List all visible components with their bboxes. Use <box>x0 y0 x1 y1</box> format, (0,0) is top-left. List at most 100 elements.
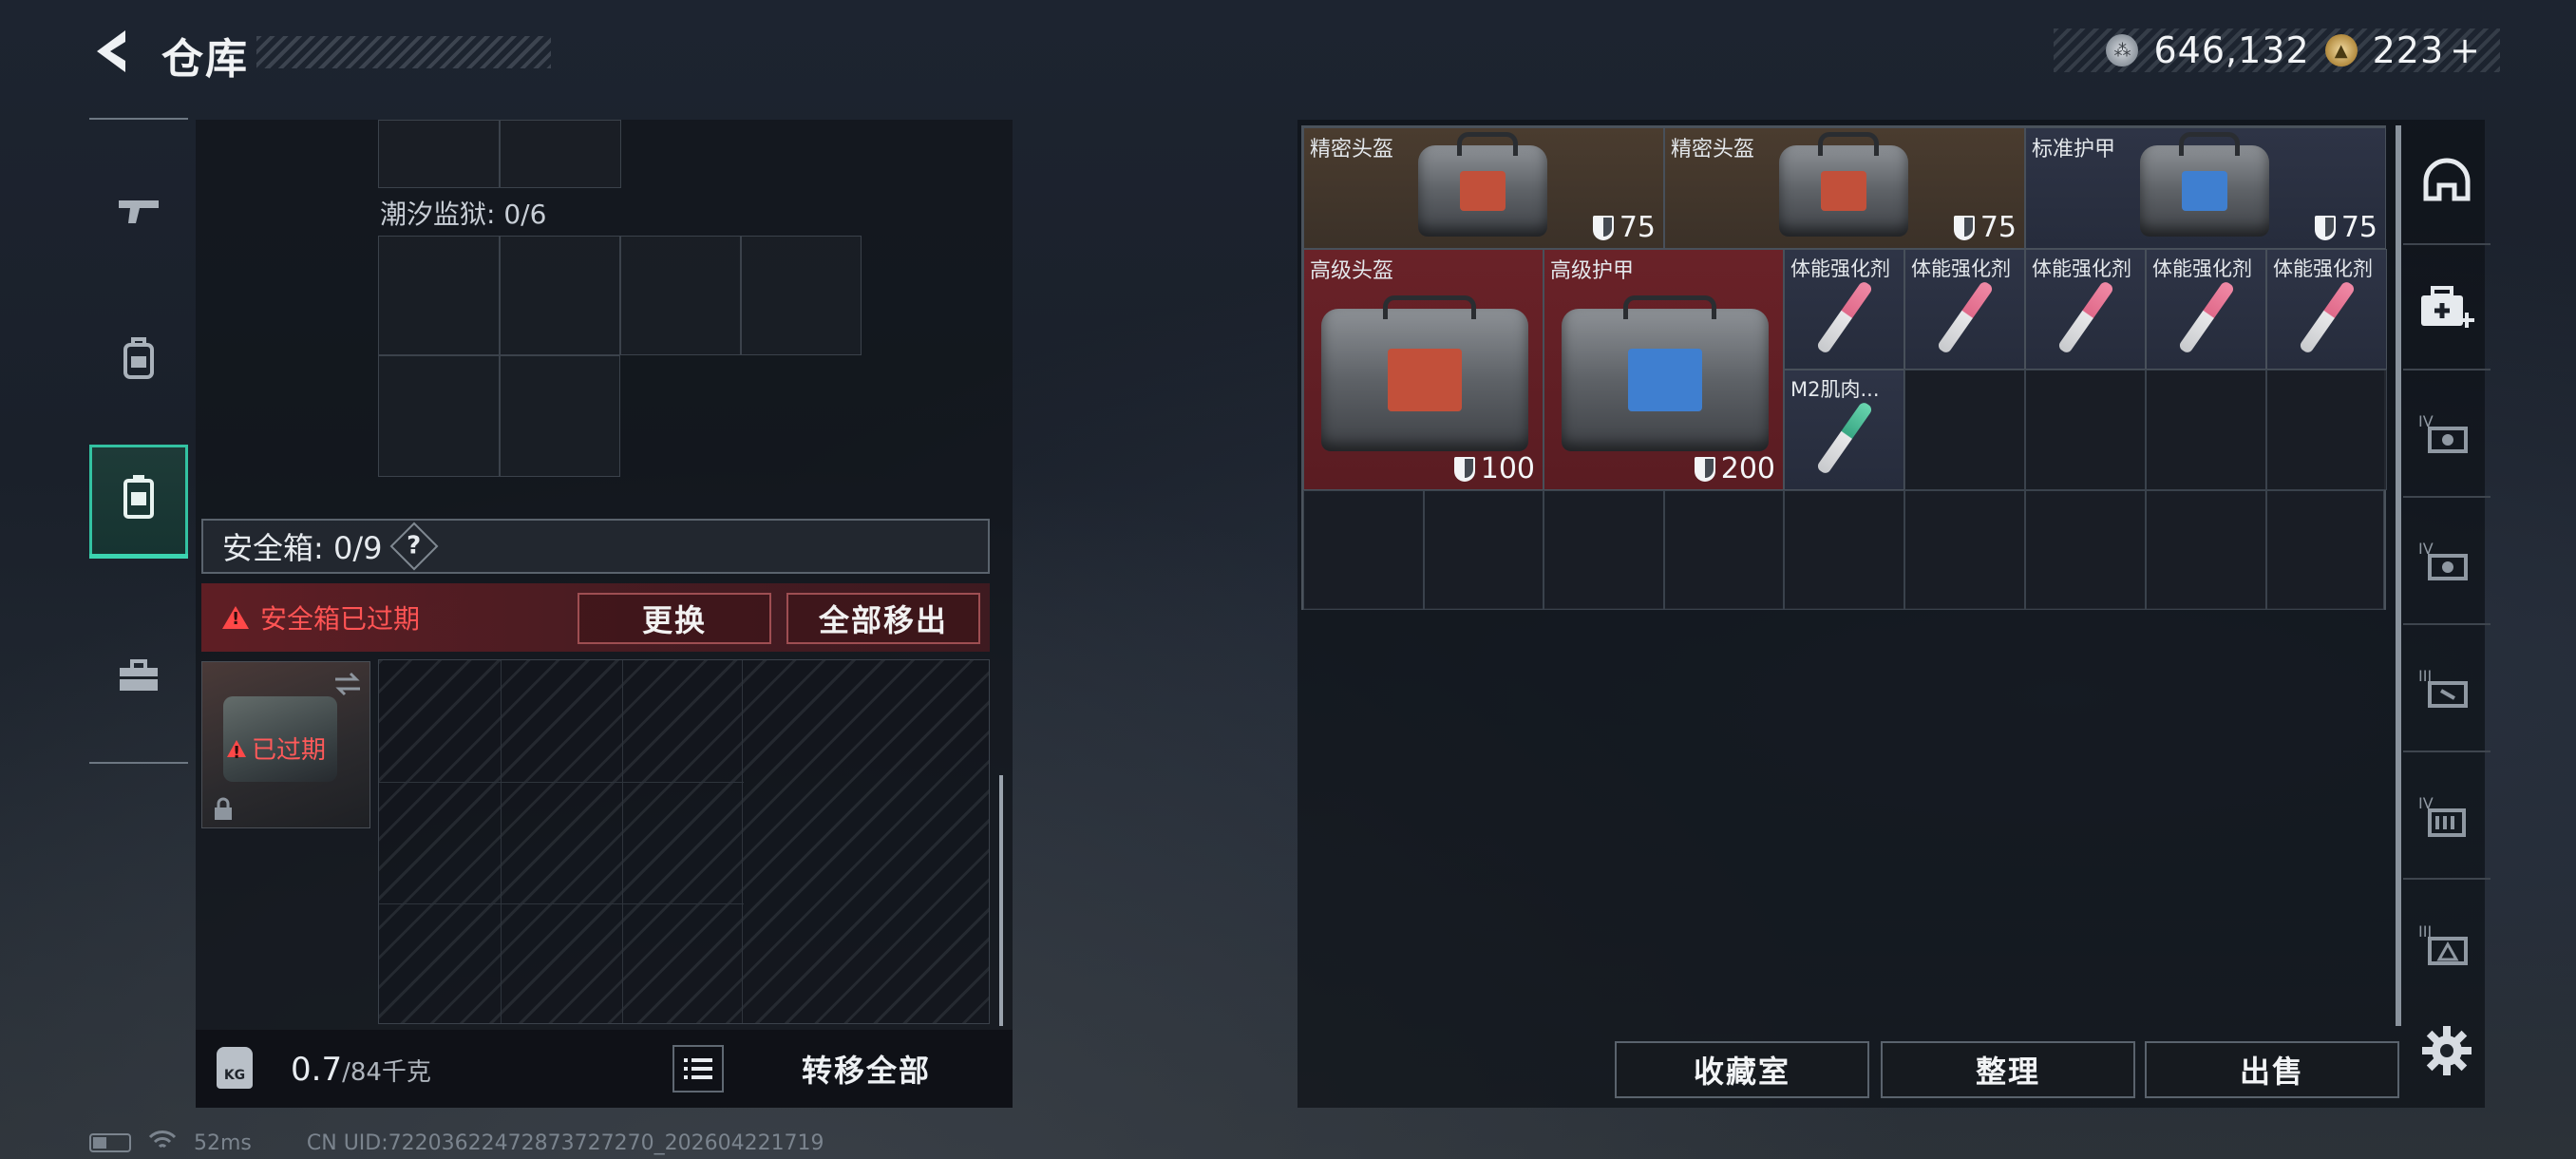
back-arrow-icon <box>97 30 125 72</box>
stash-item-stimulant[interactable]: 体能强化剂 <box>2266 249 2387 370</box>
shield-icon <box>1592 215 1614 240</box>
shield-icon <box>1453 456 1475 482</box>
shield-icon <box>2314 215 2336 240</box>
lock-icon <box>215 797 232 820</box>
replace-button[interactable]: 更换 <box>578 593 771 644</box>
stash-item-stimulant[interactable]: 体能强化剂 <box>1904 249 2025 370</box>
collection-room-button[interactable]: 收藏室 <box>1615 1041 1869 1098</box>
left-scrollbar[interactable] <box>999 775 1003 1026</box>
shield-icon <box>1953 215 1975 240</box>
stash-item-stimulant[interactable]: 体能强化剂 <box>2146 249 2266 370</box>
toolbox-icon <box>117 656 161 704</box>
grid-slot[interactable] <box>500 355 620 477</box>
filter-rig-iv[interactable]: IV <box>2403 756 2491 880</box>
warning-icon <box>227 739 246 763</box>
stash-item-stimulant[interactable]: 体能强化剂 <box>2025 249 2146 370</box>
grid-slot[interactable] <box>2025 370 2146 490</box>
item-name: 体能强化剂 <box>2032 257 2131 280</box>
safe-box-item[interactable]: 已过期 <box>201 661 370 828</box>
helmet-slot-icon <box>2423 158 2471 201</box>
nav-toolbox[interactable] <box>89 623 188 737</box>
armor-iii-icon: III <box>2418 667 2468 708</box>
shield-icon <box>1694 456 1715 482</box>
grid-slot[interactable] <box>1904 370 2025 490</box>
gear-bag-icon <box>2140 132 2269 237</box>
add-currency-button[interactable]: + <box>2450 29 2481 71</box>
stash-item-armor[interactable]: 高级护甲 200 <box>1544 249 1784 490</box>
battery-icon <box>89 1133 131 1152</box>
syringe-icon <box>1936 279 1995 355</box>
stash-scrollbar[interactable] <box>2396 125 2401 1026</box>
grid-slot[interactable] <box>2146 370 2266 490</box>
gun-icon <box>115 191 162 238</box>
remove-all-button[interactable]: 全部移出 <box>786 593 980 644</box>
grid-slot[interactable] <box>378 355 500 477</box>
grid-slot[interactable] <box>2146 490 2266 610</box>
sell-button[interactable]: 出售 <box>2145 1041 2399 1098</box>
gear-bag-icon <box>1418 132 1547 237</box>
grid-slot[interactable] <box>1424 490 1544 610</box>
filter-armor-iii[interactable]: III <box>2403 629 2491 752</box>
syringe-icon <box>2056 279 2115 355</box>
safe-box-grid[interactable] <box>378 659 990 1024</box>
grid-slot[interactable] <box>500 236 620 355</box>
armor-iv-alt-icon: IV <box>2418 540 2468 580</box>
armor-iv-icon: IV <box>2418 412 2468 453</box>
back-button[interactable] <box>87 25 137 78</box>
stash-item-helmet[interactable]: 高级头盔 100 <box>1303 249 1544 490</box>
grid-slot[interactable] <box>1303 490 1424 610</box>
filter-armor-iv[interactable]: IV <box>2403 374 2491 498</box>
stash-item-muscle-stim[interactable]: M2肌肉... <box>1784 370 1904 490</box>
item-name: 体能强化剂 <box>2152 257 2252 280</box>
silver-coin-value: 646,132 <box>2153 29 2310 71</box>
grid-slot[interactable] <box>741 236 862 355</box>
weight-icon: KG <box>217 1047 253 1089</box>
grid-slot[interactable] <box>378 236 500 355</box>
grid-slot[interactable] <box>1664 490 1784 610</box>
backpack-icon <box>120 335 158 390</box>
gear-bag-icon <box>1562 295 1769 451</box>
nav-safe-box[interactable] <box>89 445 188 559</box>
grid-slot[interactable] <box>620 236 741 355</box>
stash-item-helmet[interactable]: 精密头盔 75 <box>1664 127 2025 249</box>
grid-slot[interactable] <box>2266 490 2384 610</box>
grid-slot[interactable] <box>500 120 621 188</box>
safe-box-capacity: 安全箱: 0/9 <box>222 530 383 566</box>
grid-slot[interactable] <box>378 120 500 188</box>
grid-slot[interactable] <box>2266 370 2387 490</box>
grid-slot[interactable] <box>1784 490 1904 610</box>
safe-box-header: 安全箱: 0/9 ? <box>201 519 990 574</box>
nav-weapons[interactable] <box>89 158 188 272</box>
currency-bar: ⁂ 646,132 ▲ 223 + <box>2054 28 2500 72</box>
rig-iv-icon: IV <box>2418 794 2466 837</box>
sort-button[interactable]: 整理 <box>1881 1041 2135 1098</box>
item-name: 体能强化剂 <box>1911 257 2011 280</box>
expired-item-label: 已过期 <box>227 731 326 766</box>
weight-current: 0.7 <box>291 1051 343 1089</box>
item-durability: 100 <box>1453 452 1535 485</box>
weight-max: /84千克 <box>342 1058 431 1087</box>
stash-item-helmet[interactable]: 精密头盔 75 <box>1303 127 1664 249</box>
prison-container-label: 潮汐监狱: 0/6 <box>380 199 547 230</box>
grid-slot[interactable] <box>1544 490 1664 610</box>
title-decoration <box>256 36 551 68</box>
item-name: 高级头盔 <box>1310 259 1394 283</box>
help-button[interactable]: ? <box>390 522 439 571</box>
nav-equipment[interactable] <box>89 306 188 420</box>
grid-slot[interactable] <box>1904 490 2025 610</box>
status-bar: 52ms CN UID:7220362247287372727​0_202604… <box>89 1129 824 1157</box>
filter-armor-iv-alt[interactable]: IV <box>2403 502 2491 625</box>
transfer-all-button[interactable]: 转移全部 <box>729 1045 1003 1092</box>
settings-button[interactable] <box>2418 1022 2475 1079</box>
stash-item-stimulant[interactable]: 体能强化剂 <box>1784 249 1904 370</box>
syringe-icon <box>2177 279 2236 355</box>
filter-helmet[interactable] <box>2403 122 2491 245</box>
help-icon: ? <box>407 532 423 560</box>
item-name: 高级护甲 <box>1550 259 1635 283</box>
grid-slot[interactable] <box>2025 490 2146 610</box>
stash-item-armor[interactable]: 标准护甲 75 <box>2025 127 2386 249</box>
safe-box-icon <box>120 473 158 530</box>
filter-medkit[interactable] <box>2403 247 2491 370</box>
list-view-button[interactable] <box>672 1045 724 1092</box>
filter-rig-iii[interactable]: III <box>2403 884 2491 1007</box>
